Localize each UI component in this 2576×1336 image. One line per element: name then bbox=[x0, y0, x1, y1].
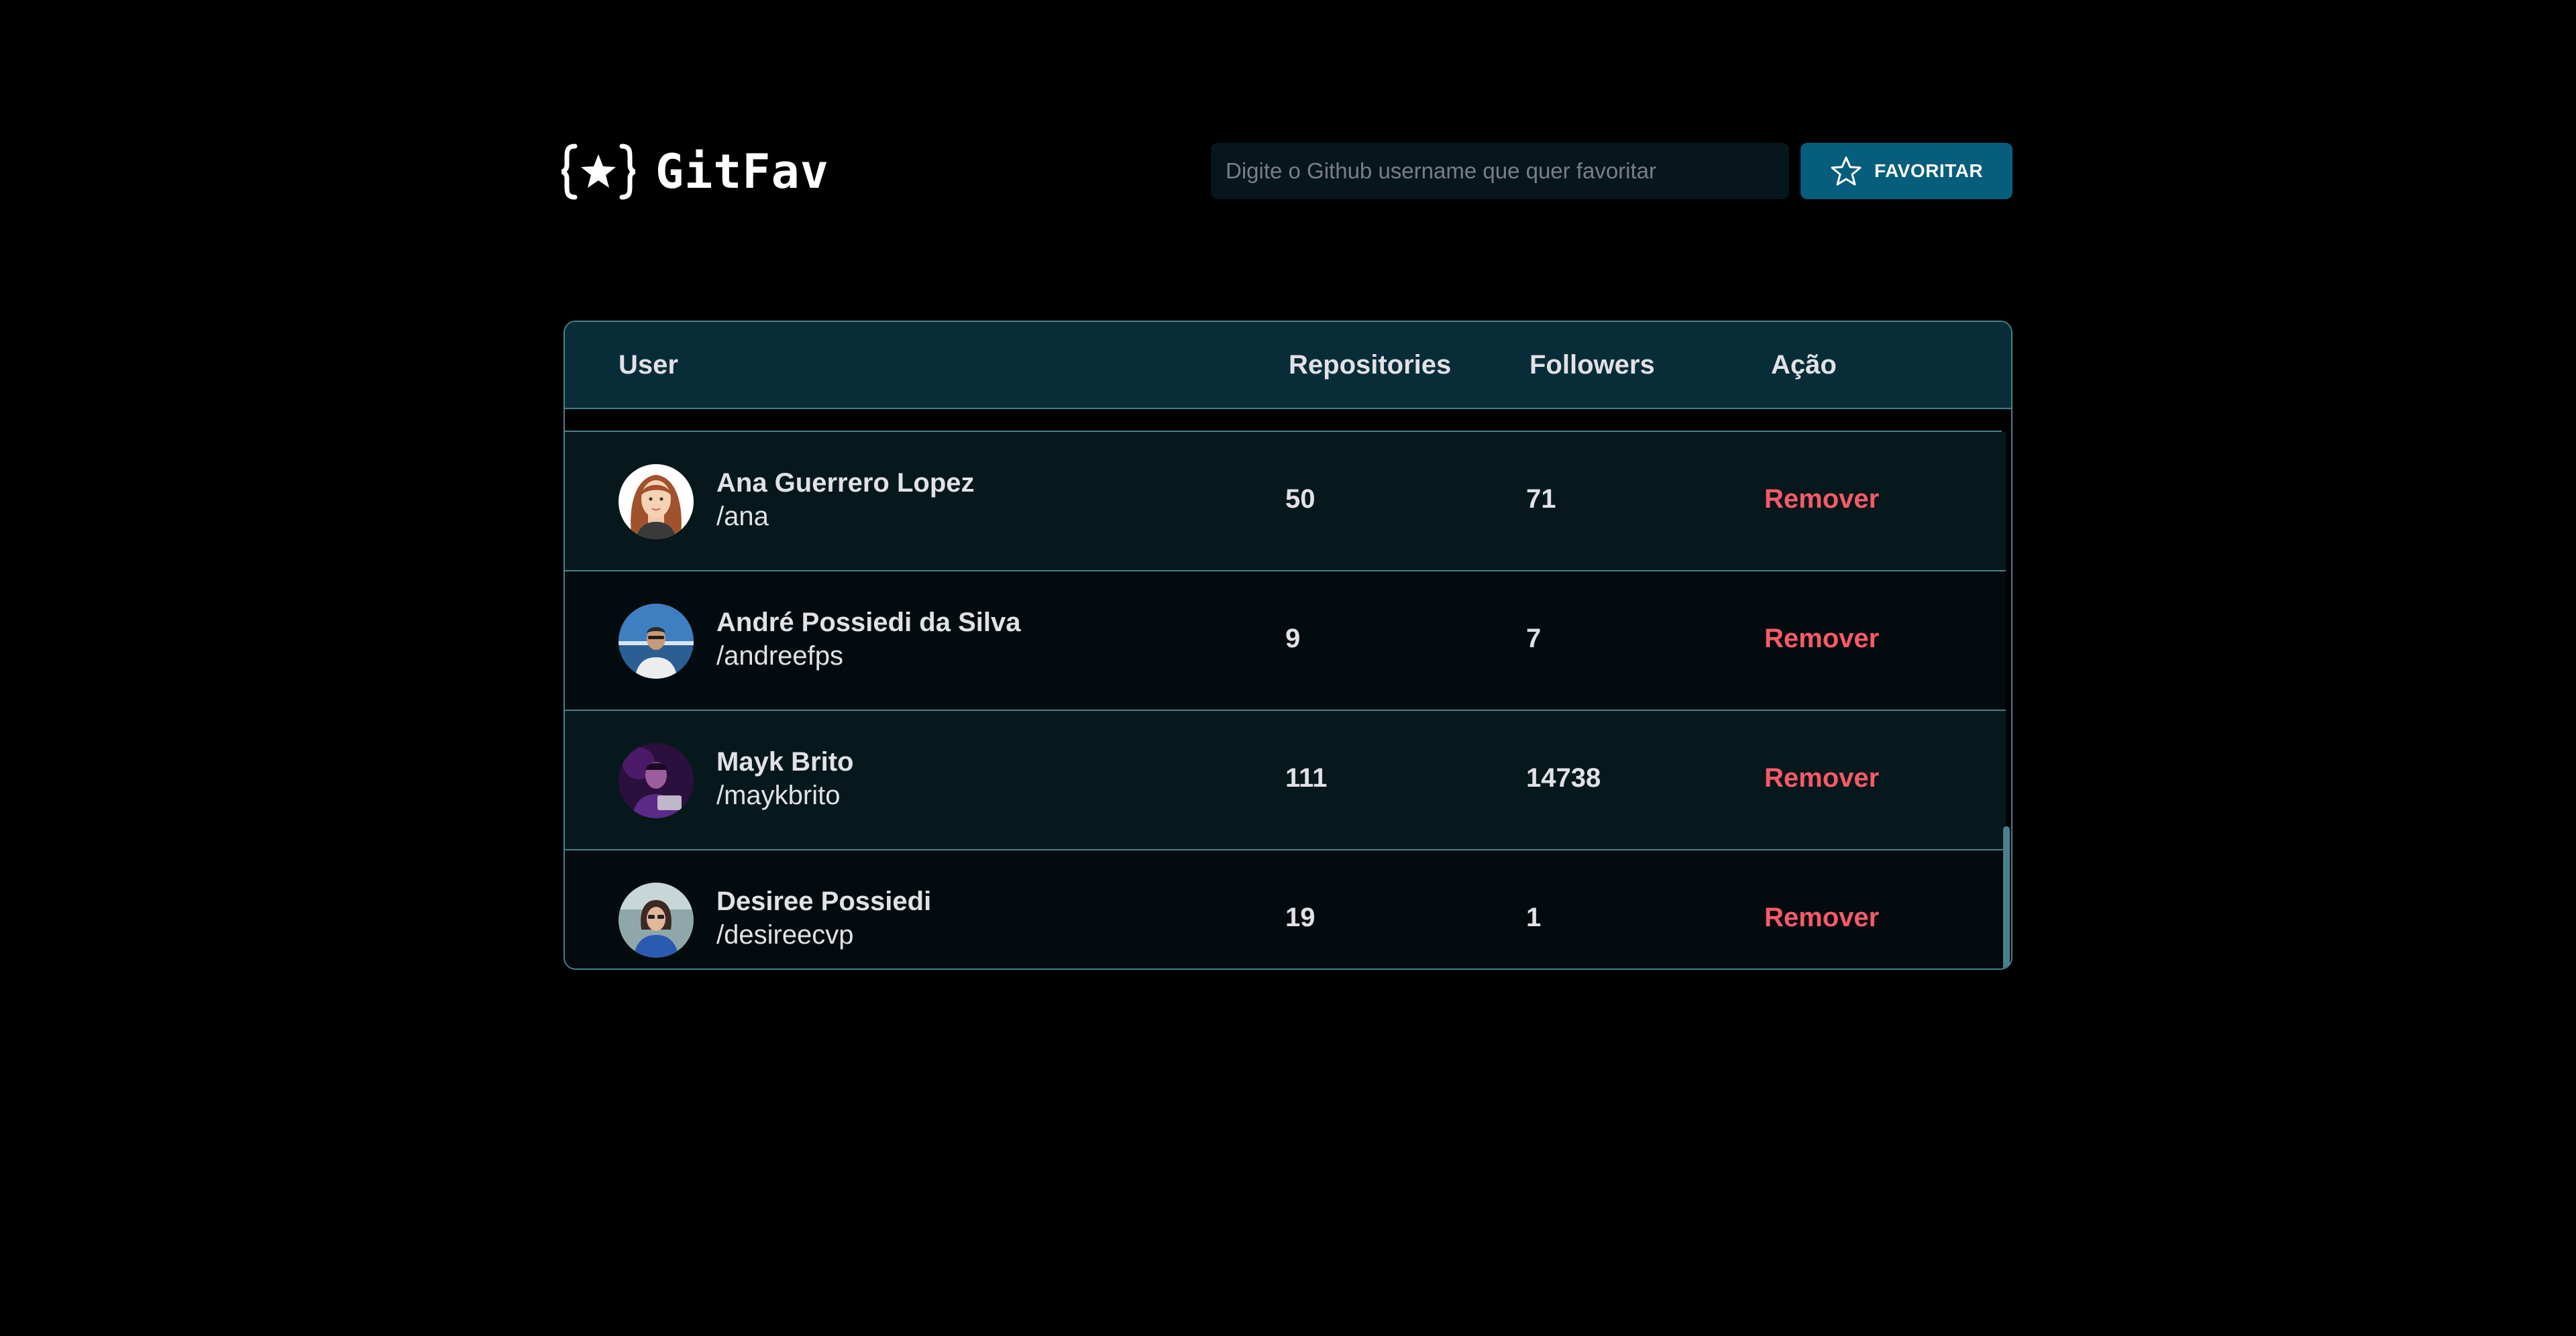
user-login: /maykbrito bbox=[716, 781, 841, 810]
table-row: Ana Guerrero Lopez /ana 50 71 Remover bbox=[565, 432, 2006, 571]
user-name: Mayk Brito bbox=[716, 747, 854, 777]
column-header-followers: Followers bbox=[1529, 350, 1655, 380]
repositories-count: 19 bbox=[1285, 903, 1316, 932]
remove-button[interactable]: Remover bbox=[1764, 484, 1879, 514]
user-login: /ana bbox=[716, 502, 769, 531]
avatar bbox=[619, 743, 694, 818]
user-login: /andreefps bbox=[716, 641, 844, 671]
repositories-count: 111 bbox=[1285, 763, 1328, 793]
user-name: André Possiedi da Silva bbox=[716, 608, 1021, 637]
repositories-count: 9 bbox=[1285, 624, 1301, 653]
favorites-table: User Repositories Followers Ação Ana Gue… bbox=[564, 321, 2012, 970]
repositories-count: 50 bbox=[1285, 484, 1316, 514]
logo-text: GitFav bbox=[655, 144, 829, 199]
avatar bbox=[619, 604, 694, 679]
star-outline-icon bbox=[1831, 156, 1862, 186]
avatar bbox=[619, 464, 694, 539]
gitfav-page: GitFav FAVORITAR User Repositories Follo… bbox=[0, 0, 2576, 1336]
followers-count: 71 bbox=[1526, 484, 1556, 514]
search-input[interactable] bbox=[1224, 142, 1776, 200]
table-row: André Possiedi da Silva /andreefps 9 7 R… bbox=[565, 571, 2006, 711]
table-row: Mayk Brito /maykbrito 111 14738 Remover bbox=[565, 711, 2006, 850]
followers-count: 14738 bbox=[1526, 763, 1601, 793]
favorite-button-label: FAVORITAR bbox=[1874, 160, 1984, 181]
followers-count: 7 bbox=[1526, 624, 1542, 653]
followers-count: 1 bbox=[1526, 903, 1542, 932]
column-header-user: User bbox=[619, 350, 678, 380]
user-name: Desiree Possiedi bbox=[716, 887, 932, 916]
column-header-repositories: Repositories bbox=[1289, 350, 1452, 380]
search-box bbox=[1211, 142, 1789, 200]
table-row: Desiree Possiedi /desireecvp 19 1 Remove… bbox=[565, 850, 2006, 968]
table-scrollbar[interactable] bbox=[2003, 826, 2010, 968]
remove-button[interactable]: Remover bbox=[1764, 903, 1879, 933]
braces-star-icon bbox=[561, 144, 636, 200]
table-body[interactable]: Ana Guerrero Lopez /ana 50 71 Remover An… bbox=[565, 409, 2006, 968]
favorite-button[interactable]: FAVORITAR bbox=[1801, 143, 2012, 199]
user-login: /desireecvp bbox=[716, 920, 854, 950]
user-name: Ana Guerrero Lopez bbox=[716, 468, 975, 498]
logo: GitFav bbox=[560, 142, 829, 201]
avatar bbox=[619, 883, 694, 958]
remove-button[interactable]: Remover bbox=[1764, 624, 1879, 654]
remove-button[interactable]: Remover bbox=[1764, 763, 1879, 793]
table-header: User Repositories Followers Ação bbox=[565, 322, 2011, 409]
column-header-action: Ação bbox=[1771, 350, 1837, 380]
